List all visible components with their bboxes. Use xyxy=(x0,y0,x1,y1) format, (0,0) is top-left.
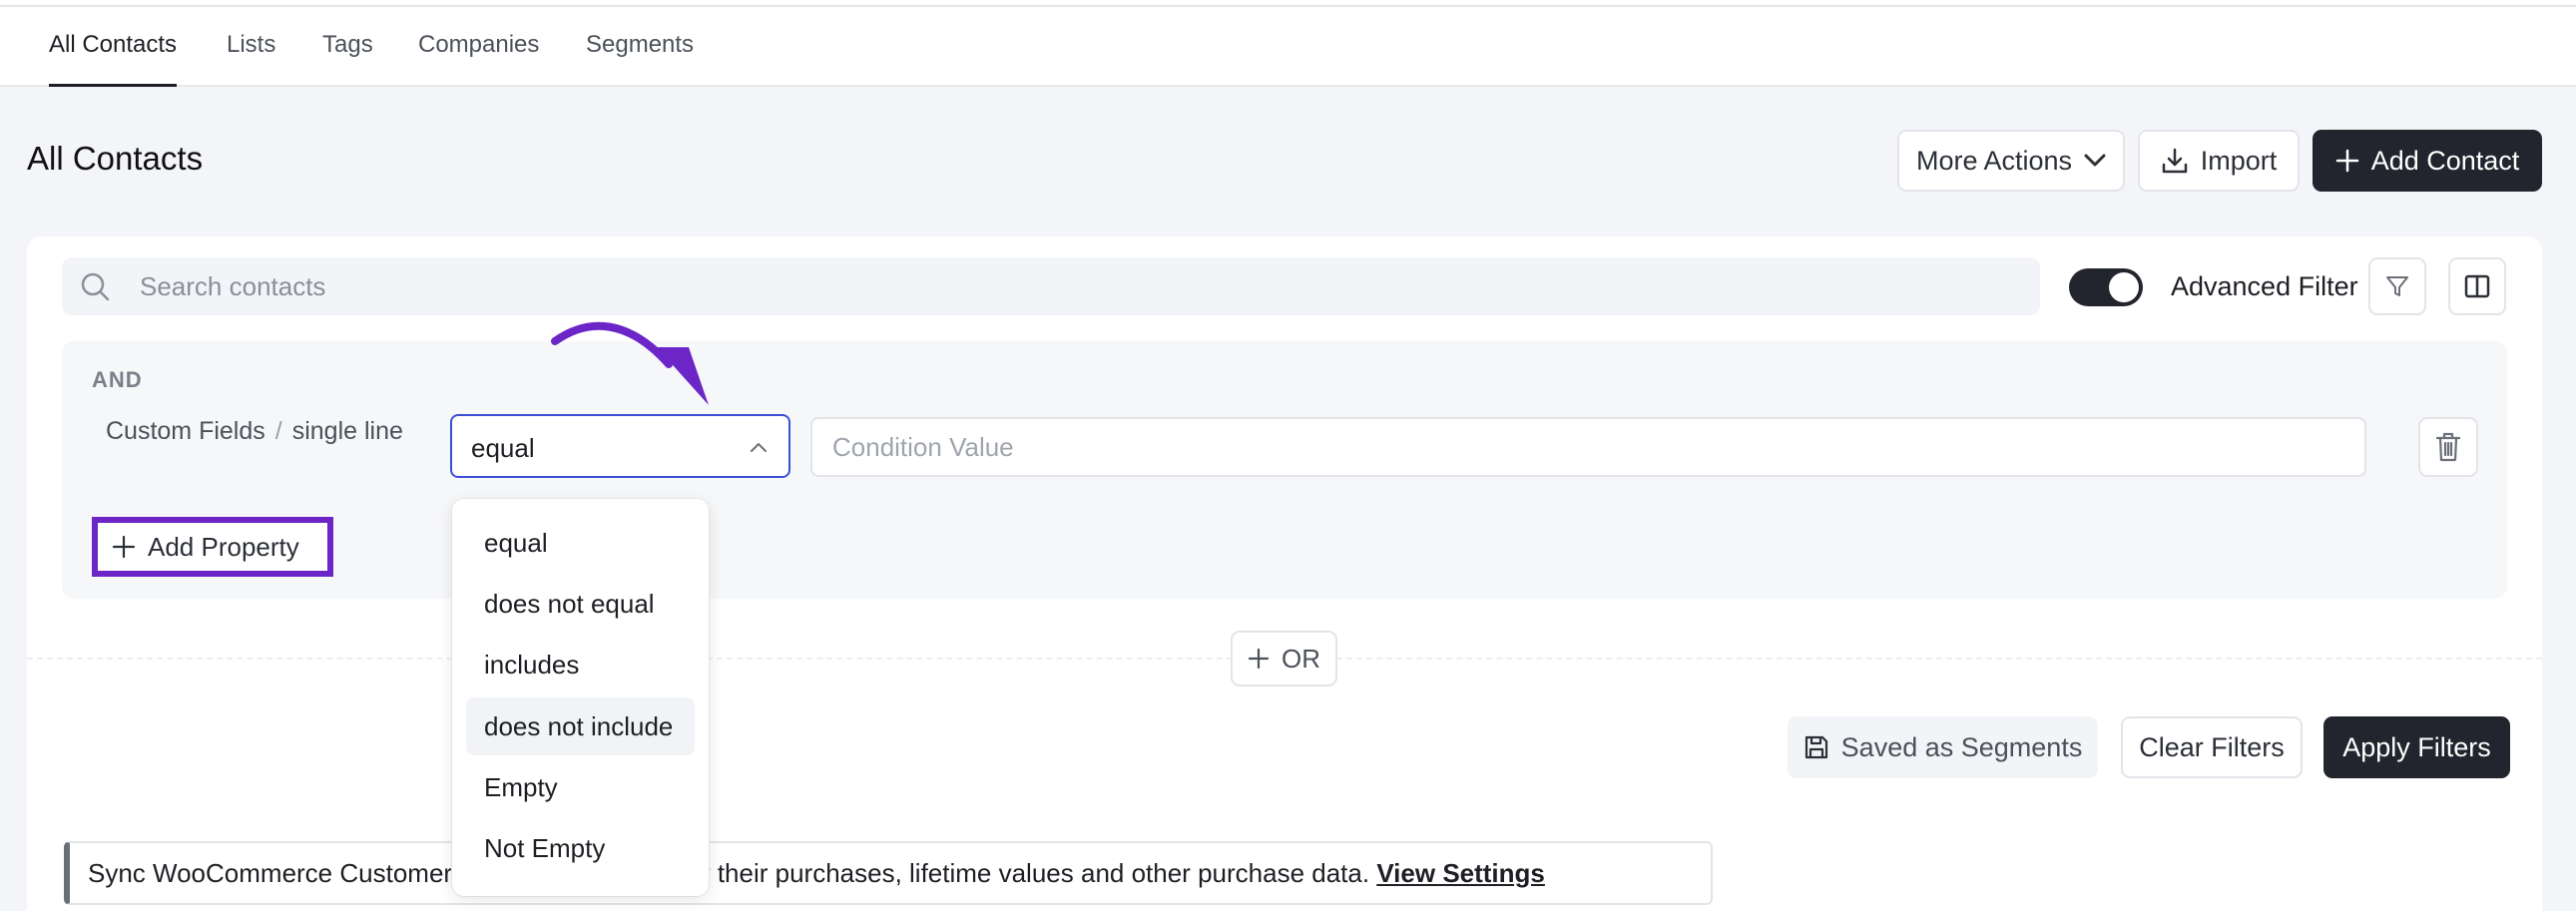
condition-dropdown-menu: equal does not equal includes does not i… xyxy=(452,499,709,896)
and-operator-label: AND xyxy=(92,367,143,392)
view-settings-link[interactable]: View Settings xyxy=(1376,858,1545,888)
save-as-segment-button[interactable]: Saved as Segments xyxy=(1788,716,2098,778)
filter-icon xyxy=(2386,276,2408,296)
save-icon xyxy=(1804,735,1827,759)
filter-button[interactable] xyxy=(2368,257,2426,315)
condition-select-value: equal xyxy=(471,433,535,463)
top-border xyxy=(0,0,2576,7)
tab-tags[interactable]: Tags xyxy=(322,7,373,87)
add-property-button[interactable]: Add Property xyxy=(92,517,333,577)
woocommerce-sync-banner: Sync WooCommerce Customers ment them by t… xyxy=(64,841,1713,905)
apply-filters-label: Apply Filters xyxy=(2342,731,2491,762)
tab-all-contacts[interactable]: All Contacts xyxy=(49,7,178,87)
save-as-segment-label: Saved as Segments xyxy=(1840,731,2083,762)
download-icon xyxy=(2162,148,2187,174)
columns-icon xyxy=(2464,274,2490,298)
add-contact-button[interactable]: Add Contact xyxy=(2313,130,2542,192)
annotation-arrow-icon xyxy=(551,321,709,405)
option-includes[interactable]: includes xyxy=(466,636,695,693)
plus-icon xyxy=(112,535,136,559)
chevron-up-icon xyxy=(751,443,767,452)
option-does-not-equal[interactable]: does not equal xyxy=(466,575,695,633)
import-label: Import xyxy=(2200,145,2278,176)
delete-condition-button[interactable] xyxy=(2418,417,2478,477)
tab-segments[interactable]: Segments xyxy=(586,7,694,87)
condition-select[interactable]: equal xyxy=(450,414,790,478)
columns-button[interactable] xyxy=(2448,257,2506,315)
filter-field-path: Custom Fields / single line xyxy=(106,417,405,445)
tab-companies[interactable]: Companies xyxy=(418,7,539,87)
option-does-not-include[interactable]: does not include xyxy=(466,697,695,755)
option-empty[interactable]: Empty xyxy=(466,758,695,816)
trash-icon xyxy=(2435,432,2461,462)
advanced-filter-label: Advanced Filter xyxy=(2171,271,2358,301)
page-title: All Contacts xyxy=(27,140,204,177)
search-icon xyxy=(81,272,110,301)
plus-icon xyxy=(2335,149,2358,173)
chevron-down-icon xyxy=(2084,154,2106,167)
more-actions-button[interactable]: More Actions xyxy=(1897,130,2125,192)
option-equal[interactable]: equal xyxy=(466,514,695,572)
option-not-empty[interactable]: Not Empty xyxy=(466,819,695,877)
banner-text-start: Sync WooCommerce Customers xyxy=(88,858,466,888)
toggle-knob xyxy=(2109,272,2139,302)
clear-filters-label: Clear Filters xyxy=(2139,731,2285,762)
tab-lists[interactable]: Lists xyxy=(227,7,275,87)
import-button[interactable]: Import xyxy=(2138,130,2300,192)
more-actions-label: More Actions xyxy=(1915,145,2073,176)
advanced-filter-toggle[interactable] xyxy=(2069,268,2143,306)
contacts-tab-bar: All Contacts Lists Tags Companies Segmen… xyxy=(0,7,2576,87)
plus-icon xyxy=(1248,648,1270,670)
or-label: OR xyxy=(1282,643,1320,674)
condition-value-input[interactable] xyxy=(810,417,2366,477)
apply-filters-button[interactable]: Apply Filters xyxy=(2323,716,2510,778)
field-group-label: Custom Fields xyxy=(106,417,265,445)
search-input[interactable] xyxy=(140,257,2016,315)
add-property-label: Add Property xyxy=(148,531,299,562)
field-separator: / xyxy=(274,417,282,445)
field-name-label: single line xyxy=(291,417,403,445)
search-bar xyxy=(62,257,2040,315)
add-or-group-button[interactable]: OR xyxy=(1231,631,1337,686)
add-contact-label: Add Contact xyxy=(2370,145,2520,176)
clear-filters-button[interactable]: Clear Filters xyxy=(2121,716,2303,778)
